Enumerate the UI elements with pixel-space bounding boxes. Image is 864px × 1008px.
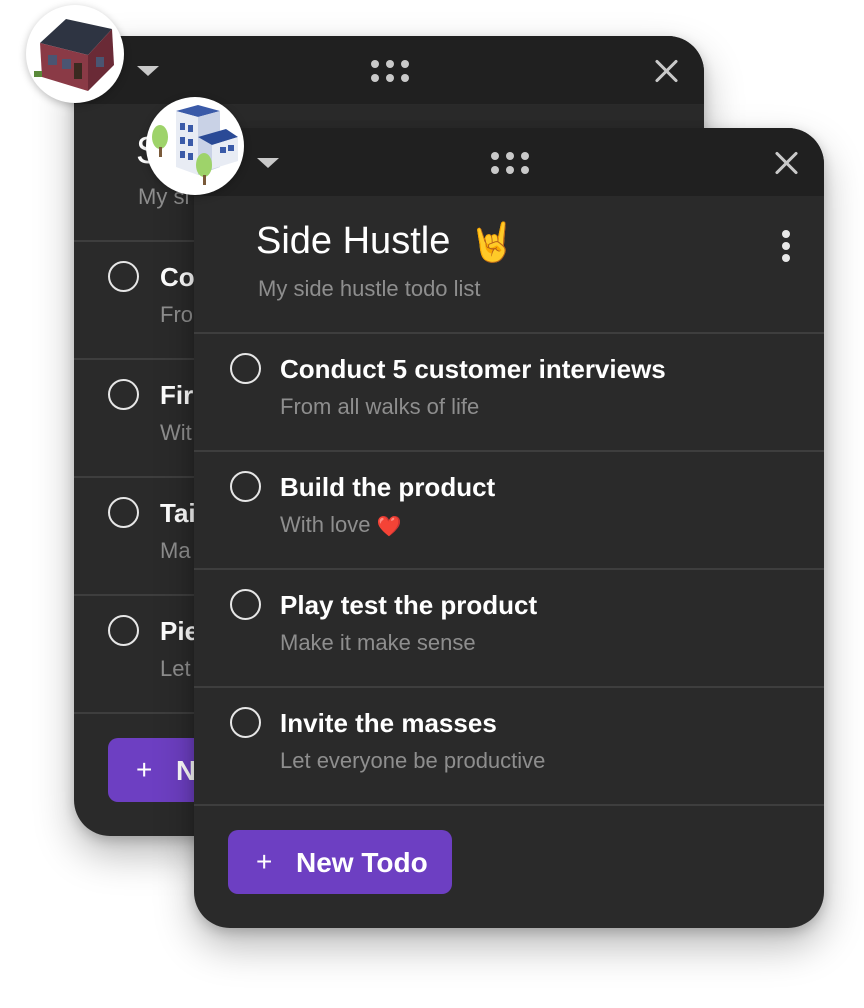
todo-title: Build the product (280, 472, 496, 502)
list-title-text: Side Hustle (256, 220, 451, 262)
todo-subtitle: Let (160, 656, 191, 681)
plus-icon: + (256, 846, 273, 877)
rock-on-icon: 🤘 (468, 221, 517, 264)
divider (194, 332, 824, 334)
todo-title: Conduct 5 customer interviews (280, 354, 666, 384)
todo-subtitle: From all walks of life (280, 394, 480, 419)
todo-subtitle: With love ❤️ (280, 512, 402, 539)
todo-checkbox[interactable] (230, 589, 261, 620)
todo-title: Play test the product (280, 590, 538, 620)
window-titlebar[interactable] (74, 36, 704, 104)
new-todo-label: New Todo (296, 847, 428, 878)
todo-subtitle: Let everyone be productive (280, 748, 546, 773)
list-title: Side Hustle 🤘 (256, 220, 516, 265)
todo-subtitle: Fro (160, 302, 193, 327)
drag-handle-icon[interactable] (491, 152, 529, 176)
close-icon[interactable] (653, 58, 679, 84)
divider (194, 568, 824, 570)
todo-checkbox[interactable] (230, 471, 261, 502)
todo-subtitle: Make it make sense (280, 630, 476, 655)
house-icon[interactable] (26, 5, 124, 103)
window-titlebar[interactable] (194, 128, 824, 196)
new-todo-button[interactable]: + New Todo (228, 830, 452, 894)
todo-checkbox[interactable] (108, 379, 139, 410)
close-icon[interactable] (773, 150, 799, 176)
todo-checkbox[interactable] (108, 261, 139, 292)
heart-icon: ❤️ (376, 515, 402, 538)
todo-subtitle: Wit (160, 420, 192, 445)
chevron-down-icon[interactable] (137, 66, 159, 76)
plus-icon: + (136, 754, 153, 785)
todo-checkbox[interactable] (230, 353, 261, 384)
front-todo-window[interactable]: Side Hustle 🤘 My side hustle todo list C… (194, 128, 824, 928)
todo-title: Invite the masses (280, 708, 497, 738)
list-subtitle: My side hustle todo list (258, 276, 481, 301)
divider (194, 450, 824, 452)
todo-checkbox[interactable] (108, 497, 139, 528)
todo-checkbox[interactable] (230, 707, 261, 738)
divider (194, 804, 824, 806)
drag-handle-icon[interactable] (371, 60, 409, 84)
todo-checkbox[interactable] (108, 615, 139, 646)
todo-title: Co (160, 262, 195, 292)
divider (194, 686, 824, 688)
more-options-icon[interactable] (782, 230, 790, 262)
todo-title: Tai (160, 498, 196, 528)
todo-title: Fir (160, 380, 194, 410)
chevron-down-icon[interactable] (257, 158, 279, 168)
building-icon[interactable] (146, 97, 244, 195)
todo-subtitle: Ma (160, 538, 191, 563)
todo-subtitle-text: With love (280, 512, 371, 537)
